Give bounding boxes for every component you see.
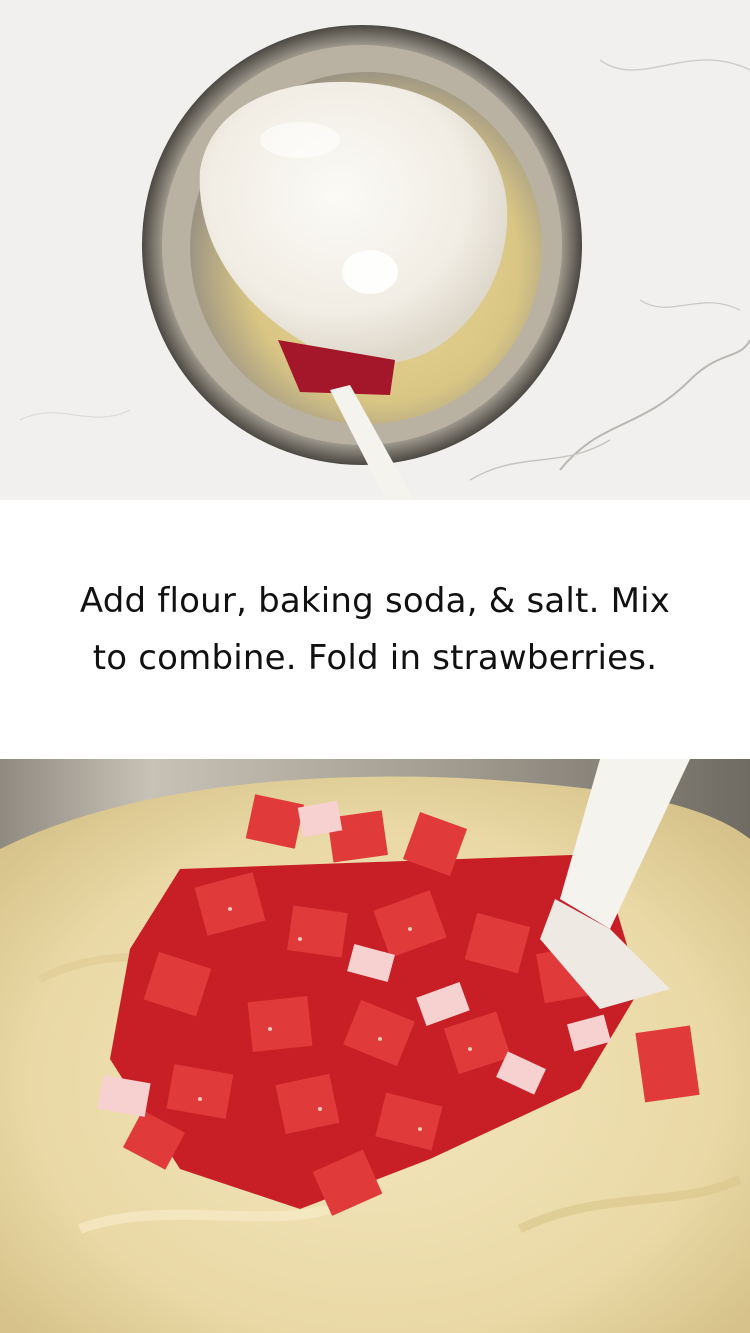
caption-line-1: Add flour, baking soda, & salt. Mix xyxy=(79,580,671,621)
flour-bowl-photo xyxy=(0,0,750,500)
recipe-step-card: Add flour, baking soda, & salt. Mix to c… xyxy=(0,0,750,1333)
caption-band: Add flour, baking soda, & salt. Mix to c… xyxy=(0,500,750,759)
step-caption: Add flour, baking soda, & salt. Mix to c… xyxy=(80,573,670,687)
strawberry-batter-photo xyxy=(0,759,750,1333)
caption-line-2: to combine. Fold in strawberries. xyxy=(92,637,658,678)
